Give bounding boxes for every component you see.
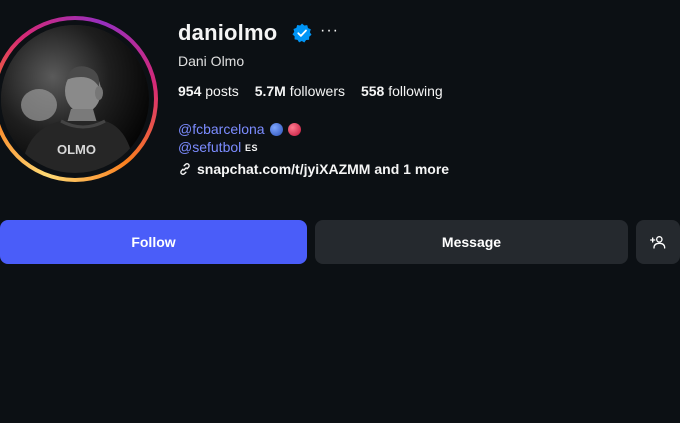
more-options-button[interactable]: ··· [320, 22, 339, 40]
story-ring[interactable]: OLMO [0, 16, 158, 182]
blue-circle-emoji-icon [270, 123, 283, 136]
posts-stat: 954 posts [178, 83, 239, 99]
link-icon [180, 163, 190, 175]
avatar-photo: OLMO [1, 25, 149, 173]
red-circle-emoji-icon [288, 123, 301, 136]
following-stat[interactable]: 558 following [361, 83, 443, 99]
profile-stats: 954 posts 5.7M followers 558 following [178, 83, 443, 99]
posts-label: posts [205, 83, 239, 99]
verified-badge-icon [292, 23, 312, 43]
username: daniolmo [178, 20, 278, 45]
posts-count: 954 [178, 83, 202, 99]
bio-mention-sefutbol[interactable]: @sefutbol [178, 139, 241, 155]
person-add-icon [650, 236, 666, 249]
full-name: Dani Olmo [178, 53, 245, 69]
follow-button[interactable]: Follow [0, 220, 307, 264]
message-button-label: Message [441, 234, 502, 250]
profile-page: OLMO daniolmo ··· Dani Olmo 954 posts 5.… [0, 0, 680, 423]
avatar[interactable]: OLMO [1, 25, 149, 173]
following-label: following [388, 83, 443, 99]
jersey-name: OLMO [57, 142, 96, 157]
bio-mention-fcbarcelona[interactable]: @fcbarcelona [178, 121, 265, 137]
external-link[interactable]: snapchat.com/t/jyiXAZMM and 1 more [178, 161, 449, 177]
message-button[interactable]: Message [315, 220, 628, 264]
following-count: 558 [360, 83, 385, 99]
follow-button-label: Follow [131, 234, 176, 250]
suggested-accounts-button[interactable] [636, 220, 680, 264]
followers-stat[interactable]: 5.7M followers [255, 83, 345, 99]
external-link-text: snapchat.com/t/jyiXAZMM and 1 more [197, 161, 450, 177]
followers-count: 5.7M [254, 83, 286, 99]
followers-label: followers [289, 83, 345, 99]
spain-flag-icon: ES [245, 143, 259, 153]
